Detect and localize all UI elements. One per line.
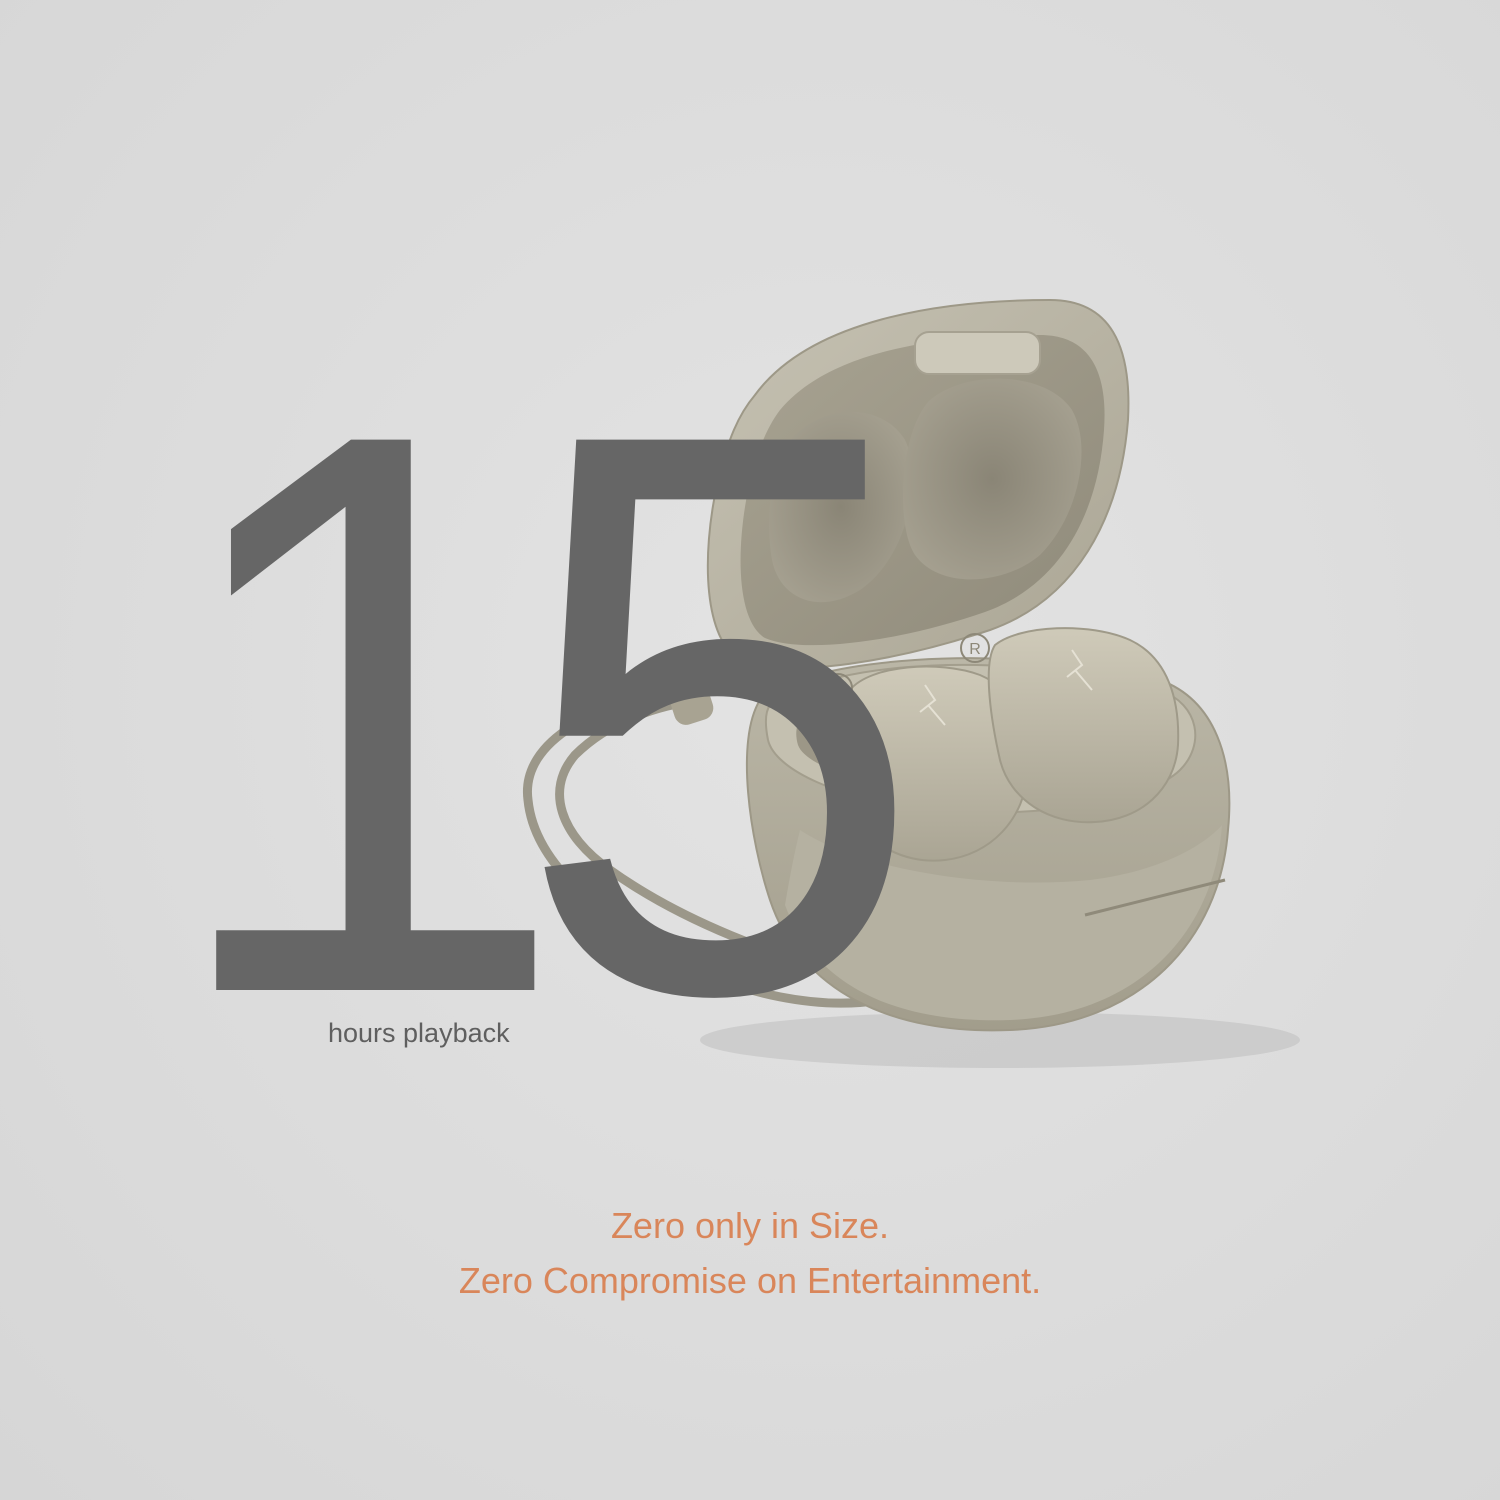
earbud-right [987,627,1180,824]
tagline-line-1: Zero only in Size. [610,1205,890,1246]
right-bud-mark: R [969,641,981,658]
hero-number: 15 [160,266,895,1160]
lid-clasp [914,331,1041,375]
tagline-line-2: Zero Compromise on Entertainment. [458,1260,1042,1301]
product-image: L R 15 hours playback Zero only in Size.… [0,0,1500,1500]
hours-label: hours playback [328,1018,510,1048]
